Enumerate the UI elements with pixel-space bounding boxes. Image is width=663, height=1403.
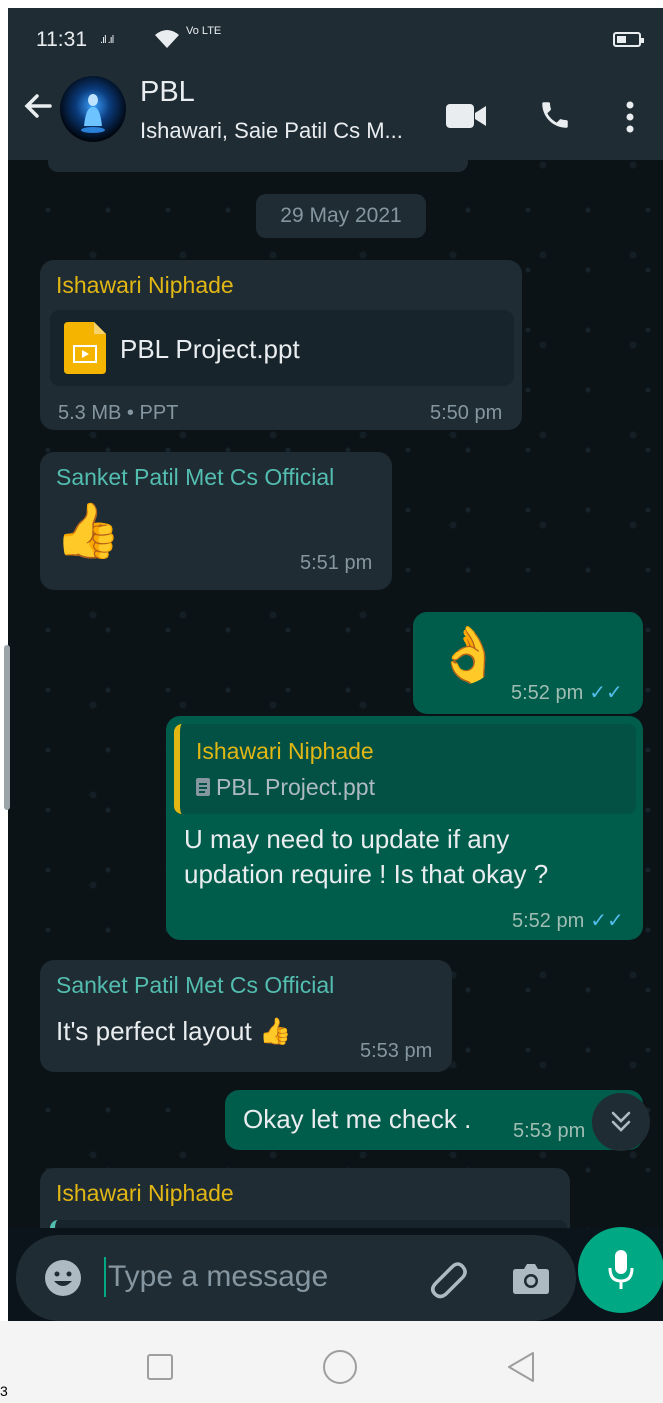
sender-name[interactable]: Ishawari Niphade bbox=[56, 1180, 234, 1207]
message-input-bar[interactable]: Type a message bbox=[16, 1235, 576, 1321]
message-list[interactable]: 29 May 2021 Ishawari Niphade PBL Project… bbox=[8, 160, 663, 1228]
ok-hand-emoji: 👌 bbox=[435, 625, 503, 685]
message-bubble-outgoing[interactable]: Ishawari Niphade PBL Project.ppt U may n… bbox=[166, 716, 643, 940]
side-edge-handle[interactable] bbox=[4, 645, 10, 810]
file-ppt-icon bbox=[64, 322, 106, 374]
sender-name[interactable]: Sanket Patil Met Cs Official bbox=[56, 972, 334, 999]
more-options-icon[interactable] bbox=[624, 100, 636, 134]
battery-icon bbox=[613, 32, 644, 47]
message-text: It's perfect layout 👍 bbox=[56, 1016, 292, 1046]
quoted-message[interactable]: Ishawari Niphade PBL Project.ppt bbox=[174, 724, 636, 814]
text-cursor bbox=[104, 1257, 106, 1297]
group-avatar[interactable] bbox=[60, 76, 126, 142]
message-bubble-incoming[interactable]: Ishawari Niphade PBL Project.ppt 5.3 MB … bbox=[40, 260, 522, 430]
voice-record-button[interactable] bbox=[578, 1227, 663, 1313]
phone-screen: 11:31 .ıl .ıl Vo LTE PBL Ishawari, Saie … bbox=[8, 8, 663, 1321]
system-navigation-bar bbox=[0, 1321, 663, 1403]
message-bubble-outgoing[interactable]: 👌 5:52 pm ✓✓ bbox=[413, 612, 643, 714]
nav-back-icon[interactable] bbox=[506, 1351, 536, 1383]
scroll-down-button[interactable] bbox=[592, 1093, 650, 1151]
message-text: updation require ! Is that okay ? bbox=[184, 859, 549, 889]
video-call-icon[interactable] bbox=[446, 102, 488, 130]
attach-icon[interactable] bbox=[428, 1259, 468, 1299]
file-meta: 5.3 MB • PPT bbox=[58, 402, 179, 424]
prev-bubble-edge bbox=[48, 160, 468, 172]
status-time: 11:31 bbox=[36, 28, 87, 51]
phone-icon[interactable] bbox=[538, 98, 572, 132]
message-bubble-incoming[interactable]: Sanket Patil Met Cs Official 👍 5:51 pm bbox=[40, 452, 392, 590]
home-icon[interactable] bbox=[322, 1349, 358, 1385]
message-text: Okay let me check . bbox=[243, 1104, 472, 1134]
read-ticks-icon: ✓✓ bbox=[590, 910, 624, 932]
message-bubble-outgoing[interactable]: Okay let me check . 5:53 pm✓✓ bbox=[225, 1090, 643, 1150]
file-attachment[interactable]: PBL Project.ppt bbox=[50, 310, 514, 386]
signal-icon: .ıl .ıl bbox=[100, 34, 114, 46]
message-time: 5:50 pm bbox=[430, 402, 503, 424]
message-text: U may need to update if any bbox=[184, 824, 510, 854]
message-time: 5:51 pm bbox=[300, 552, 373, 574]
thumbs-up-emoji: 👍 bbox=[54, 501, 122, 561]
message-time: 5:53 pm bbox=[360, 1040, 433, 1062]
scroll-down-icon bbox=[611, 1111, 631, 1132]
sender-name[interactable]: Ishawari Niphade bbox=[56, 272, 234, 299]
mic-icon bbox=[608, 1250, 634, 1289]
quote-sender: Ishawari Niphade bbox=[196, 738, 374, 764]
file-name: PBL Project.ppt bbox=[120, 334, 300, 364]
read-ticks-icon: ✓✓ bbox=[589, 682, 623, 704]
back-arrow-icon[interactable] bbox=[20, 88, 56, 124]
date-chip: 29 May 2021 bbox=[256, 194, 426, 238]
chat-participants[interactable]: Ishawari, Saie Patil Cs M... bbox=[140, 118, 403, 144]
camera-icon[interactable] bbox=[512, 1261, 550, 1295]
message-time: 5:52 pm ✓✓ bbox=[512, 910, 624, 932]
quote-text: PBL Project.ppt bbox=[216, 774, 375, 800]
chat-header: PBL Ishawari, Saie Patil Cs M... bbox=[8, 58, 663, 160]
emoji-icon[interactable] bbox=[44, 1259, 82, 1297]
partial-quoted-message bbox=[50, 1220, 567, 1228]
message-input[interactable]: Type a message bbox=[108, 1260, 328, 1294]
volte-icon: Vo LTE bbox=[186, 25, 222, 37]
message-time: 5:52 pm ✓✓ bbox=[511, 682, 623, 704]
corner-mark: 3 bbox=[0, 1383, 8, 1399]
recent-apps-icon[interactable] bbox=[146, 1353, 174, 1381]
document-icon bbox=[196, 778, 210, 796]
sender-name[interactable]: Sanket Patil Met Cs Official bbox=[56, 464, 334, 491]
message-bubble-incoming[interactable]: Ishawari Niphade bbox=[40, 1168, 570, 1228]
chat-title[interactable]: PBL bbox=[140, 76, 195, 109]
message-bubble-incoming[interactable]: Sanket Patil Met Cs Official It's perfec… bbox=[40, 960, 452, 1072]
wifi-icon bbox=[155, 30, 179, 48]
status-bar: 11:31 .ıl .ıl Vo LTE bbox=[8, 8, 663, 58]
